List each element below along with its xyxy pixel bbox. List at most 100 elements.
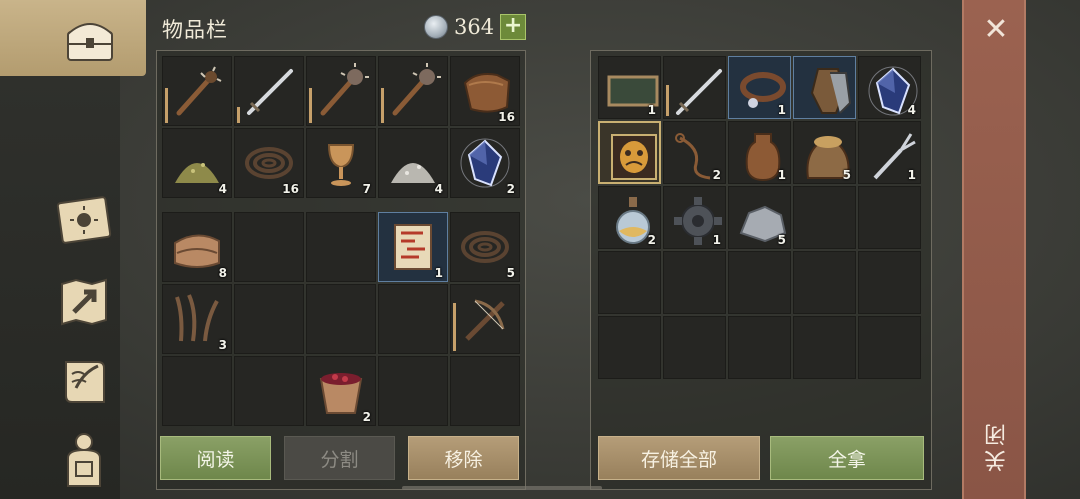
empty-slot[interactable] xyxy=(858,251,921,314)
item-slot[interactable]: 16 xyxy=(450,56,520,126)
empty-slot[interactable] xyxy=(728,251,791,314)
item-count: 5 xyxy=(506,266,515,280)
item-slot[interactable]: 1 xyxy=(728,121,791,184)
empty-slot[interactable] xyxy=(450,356,520,426)
equipped-grid: 16 4 16 7 4 2 xyxy=(162,56,520,198)
item-count: 3 xyxy=(218,338,227,352)
item-slot[interactable]: 2 xyxy=(598,186,661,249)
split-button[interactable]: 分割 xyxy=(284,436,395,480)
item-slot[interactable]: 4 xyxy=(378,128,448,198)
item-slot[interactable] xyxy=(234,56,304,126)
item-count: 1 xyxy=(907,168,916,182)
item-slot[interactable]: 1 xyxy=(598,56,661,119)
item-count: 16 xyxy=(282,182,299,196)
empty-slot[interactable] xyxy=(378,284,448,354)
item-slot[interactable]: 2 xyxy=(450,128,520,198)
empty-slot[interactable] xyxy=(663,251,726,314)
empty-slot[interactable] xyxy=(793,316,856,379)
character-backpack-icon[interactable] xyxy=(54,428,114,488)
durability-bar xyxy=(453,303,456,351)
empty-slot[interactable] xyxy=(858,186,921,249)
item-slot[interactable]: 1 xyxy=(858,121,921,184)
item-slot[interactable]: 1 xyxy=(663,186,726,249)
item-count: 1 xyxy=(777,168,786,182)
goblet-icon xyxy=(327,144,355,186)
item-count: 5 xyxy=(777,233,786,247)
close-panel[interactable]: ✕ 关闭 xyxy=(962,0,1026,499)
page-title: 物品栏 xyxy=(162,18,228,42)
item-slot[interactable] xyxy=(598,121,661,184)
item-slot[interactable] xyxy=(450,284,520,354)
empty-slot[interactable] xyxy=(162,356,232,426)
item-count: 16 xyxy=(498,110,515,124)
silver-coin-icon xyxy=(424,15,448,39)
item-count: 8 xyxy=(218,266,227,280)
scroll-indicator[interactable] xyxy=(402,486,602,490)
empty-slot[interactable] xyxy=(306,212,376,282)
item-slot[interactable] xyxy=(793,56,856,119)
item-count: 2 xyxy=(506,182,515,196)
berry-bucket-icon xyxy=(319,373,363,414)
take-all-button[interactable]: 全拿 xyxy=(770,436,924,480)
remove-button[interactable]: 移除 xyxy=(408,436,519,480)
rope-coil-icon xyxy=(461,231,509,263)
chest-icon[interactable] xyxy=(60,10,120,70)
durability-bar xyxy=(666,85,669,116)
empty-slot[interactable] xyxy=(858,316,921,379)
item-slot[interactable]: 5 xyxy=(728,186,791,249)
item-slot[interactable]: 4 xyxy=(162,128,232,198)
empty-slot[interactable] xyxy=(378,356,448,426)
empty-slot[interactable] xyxy=(234,284,304,354)
sword-icon xyxy=(676,69,722,115)
close-label[interactable]: 关闭 xyxy=(982,420,1010,472)
item-count: 2 xyxy=(712,168,721,182)
close-icon[interactable]: ✕ xyxy=(982,15,1010,45)
item-slot[interactable] xyxy=(306,56,376,126)
empty-slot[interactable] xyxy=(598,316,661,379)
currency-value: 364 xyxy=(454,15,495,39)
item-slot[interactable] xyxy=(663,56,726,119)
crystal-icon xyxy=(460,138,510,188)
item-slot[interactable]: 1 xyxy=(378,212,448,282)
empty-slot[interactable] xyxy=(234,212,304,282)
item-count: 7 xyxy=(362,182,371,196)
empty-slot[interactable] xyxy=(728,316,791,379)
backpack-grid: 8 1 5 3 2 xyxy=(162,212,520,426)
item-slot[interactable] xyxy=(162,56,232,126)
item-slot[interactable]: 16 xyxy=(234,128,304,198)
empty-slot[interactable] xyxy=(793,251,856,314)
item-slot[interactable]: 1 xyxy=(728,56,791,119)
item-slot[interactable]: 8 xyxy=(162,212,232,282)
scroll-quill-icon[interactable] xyxy=(54,352,114,412)
item-slot[interactable]: 2 xyxy=(663,121,726,184)
empty-slot[interactable] xyxy=(663,316,726,379)
store-all-button[interactable]: 存储全部 xyxy=(598,436,760,480)
morning-star-icon xyxy=(392,63,441,116)
item-slot[interactable]: 4 xyxy=(858,56,921,119)
durability-bar xyxy=(381,88,384,123)
morning-star-icon xyxy=(320,63,369,116)
empty-slot[interactable] xyxy=(793,186,856,249)
item-slot[interactable] xyxy=(378,56,448,126)
item-slot[interactable]: 5 xyxy=(793,121,856,184)
empty-slot[interactable] xyxy=(234,356,304,426)
add-currency-button[interactable]: + xyxy=(500,14,527,40)
empty-slot[interactable] xyxy=(306,284,376,354)
crossbow-icon xyxy=(465,299,505,341)
item-slot[interactable]: 7 xyxy=(306,128,376,198)
map-arrow-icon[interactable] xyxy=(54,272,114,332)
item-count: 1 xyxy=(647,103,656,117)
plant-fiber-icon xyxy=(175,294,219,342)
empty-slot[interactable] xyxy=(598,251,661,314)
item-count: 2 xyxy=(362,410,371,424)
left-nav-rail xyxy=(0,0,146,499)
salt-pile-icon xyxy=(391,163,435,183)
read-button[interactable]: 阅读 xyxy=(160,436,271,480)
item-slot[interactable]: 3 xyxy=(162,284,232,354)
gauntlet-icon xyxy=(810,68,852,114)
mask-book-icon xyxy=(611,134,657,180)
item-slot[interactable]: 5 xyxy=(450,212,520,282)
sun-book-icon[interactable] xyxy=(54,190,114,250)
item-count: 5 xyxy=(842,168,851,182)
item-slot[interactable]: 2 xyxy=(306,356,376,426)
